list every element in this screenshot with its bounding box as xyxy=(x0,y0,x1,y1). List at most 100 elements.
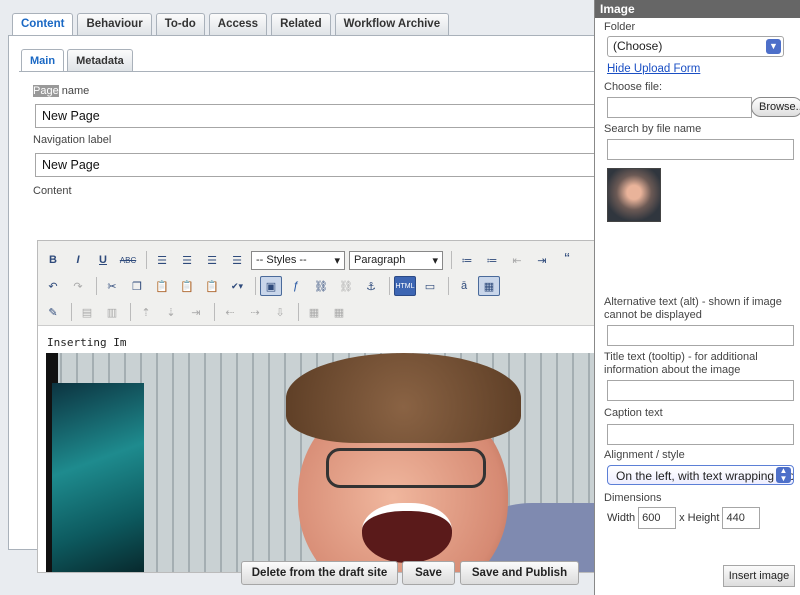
delete-row-icon[interactable]: ⇥ xyxy=(185,302,207,322)
align-center-icon[interactable]: ☰ xyxy=(176,250,198,270)
toolbar-separator xyxy=(451,251,452,269)
page-name-input[interactable]: New Page xyxy=(35,104,609,128)
choose-file-label: Choose file: xyxy=(604,81,663,93)
toolbar-separator xyxy=(71,303,72,321)
paste-icon[interactable]: 📋 xyxy=(151,276,173,296)
page-name-label: Page name xyxy=(33,85,89,97)
paste-text-icon[interactable]: 📋 xyxy=(176,276,198,296)
cell-props-icon[interactable]: ▥ xyxy=(101,302,123,322)
search-input[interactable] xyxy=(607,139,794,160)
split-cells-icon[interactable]: ▦ xyxy=(328,302,350,322)
hide-upload-link[interactable]: Hide Upload Form xyxy=(607,63,700,75)
dimensions-row: Width 600 x Height 440 xyxy=(607,507,763,529)
tab-behaviour[interactable]: Behaviour xyxy=(77,13,152,35)
sub-tabs: Main Metadata xyxy=(21,49,136,72)
tab-related[interactable]: Related xyxy=(271,13,331,35)
col-before-icon[interactable]: ⇠ xyxy=(219,302,241,322)
tab-todo[interactable]: To-do xyxy=(155,13,205,35)
indent-icon[interactable]: ⇥ xyxy=(531,250,553,270)
italic-icon[interactable]: I xyxy=(67,250,89,270)
dimensions-label: Dimensions xyxy=(604,492,662,504)
bold-icon[interactable]: B xyxy=(42,250,64,270)
browse-button[interactable]: Browse... xyxy=(751,97,800,117)
image-thumbnail[interactable] xyxy=(607,168,661,222)
align-justify-icon[interactable]: ☰ xyxy=(226,250,248,270)
save-publish-button[interactable]: Save and Publish xyxy=(460,561,579,585)
up-down-icon: ▲ ▼ xyxy=(776,467,791,483)
strikethrough-icon[interactable]: ABC xyxy=(117,250,139,270)
blockquote-icon[interactable]: “ xyxy=(556,250,578,270)
caption-label: Caption text xyxy=(604,407,663,419)
edit-icon[interactable]: ✎ xyxy=(42,302,64,322)
align-right-icon[interactable]: ☰ xyxy=(201,250,223,270)
styles-select-value: -- Styles -- xyxy=(256,254,307,266)
table-icon[interactable]: ▦ xyxy=(478,276,500,296)
table-props-icon[interactable]: ▤ xyxy=(76,302,98,322)
cms-edit-form: Content Behaviour To-do Access Related W… xyxy=(0,0,609,595)
toolbar-separator xyxy=(130,303,131,321)
caption-input[interactable] xyxy=(607,424,794,445)
width-label: Width xyxy=(607,512,636,524)
toolbar-separator xyxy=(146,251,147,269)
chevron-down-icon: ▾ xyxy=(334,254,340,267)
align-left-icon[interactable]: ☰ xyxy=(151,250,173,270)
tab-workflow-archive[interactable]: Workflow Archive xyxy=(334,13,450,35)
subtab-main[interactable]: Main xyxy=(21,49,65,72)
outdent-icon[interactable]: ⇤ xyxy=(506,250,528,270)
folder-label: Folder xyxy=(604,21,636,33)
main-subpanel: Page name New Page Navigation label New … xyxy=(19,71,609,573)
toolbar-separator xyxy=(255,277,256,295)
col-after-icon[interactable]: ⇢ xyxy=(244,302,266,322)
height-input[interactable]: 440 xyxy=(722,507,761,529)
fullscreen-icon[interactable]: ▭ xyxy=(419,276,441,296)
subtab-metadata[interactable]: Metadata xyxy=(67,49,133,71)
row-after-icon[interactable]: ⇣ xyxy=(160,302,182,322)
underline-icon[interactable]: U xyxy=(92,250,114,270)
editor-body-text[interactable]: Inserting Im xyxy=(47,336,126,349)
tab-access[interactable]: Access xyxy=(208,13,268,35)
merge-cells-icon[interactable]: ▦ xyxy=(303,302,325,322)
page-name-label-highlight: Page xyxy=(33,85,59,97)
toolbar-row-1: B I U ABC ☰ ☰ ☰ ☰ -- Styles -- ▾ Paragrap… xyxy=(42,249,581,271)
flash-icon[interactable]: ƒ xyxy=(285,276,307,296)
toolbar-separator xyxy=(298,303,299,321)
toolbar-row-3: ✎ ▤ ▥ ⇡ ⇣ ⇥ ⇠ ⇢ ⇩ ▦ ▦ xyxy=(42,301,353,323)
spellcheck-icon[interactable]: ✔▾ xyxy=(226,276,248,296)
special-char-icon[interactable]: ā xyxy=(453,276,475,296)
html-source-button[interactable]: HTML xyxy=(394,276,416,296)
undo-icon[interactable]: ↶ xyxy=(42,276,64,296)
delete-col-icon[interactable]: ⇩ xyxy=(269,302,291,322)
styles-select[interactable]: -- Styles -- ▾ xyxy=(251,250,345,270)
paste-word-icon[interactable]: 📋 xyxy=(201,276,223,296)
numbered-list-icon[interactable]: ≔ xyxy=(481,250,503,270)
unlink-icon[interactable]: ⛓ xyxy=(335,276,357,296)
insert-image-button[interactable]: Insert image xyxy=(723,565,795,587)
cut-icon[interactable]: ✂ xyxy=(101,276,123,296)
format-select[interactable]: Paragraph ▾ xyxy=(349,250,443,270)
folder-select[interactable]: (Choose) ▼ xyxy=(607,36,784,57)
folder-select-value: (Choose) xyxy=(613,39,663,53)
link-icon[interactable]: ⛓ xyxy=(310,276,332,296)
file-path-input[interactable] xyxy=(607,97,752,118)
delete-draft-button[interactable]: Delete from the draft site xyxy=(241,561,398,585)
copy-icon[interactable]: ❐ xyxy=(126,276,148,296)
anchor-icon[interactable]: ⚓ xyxy=(360,276,382,296)
alignment-select[interactable]: On the left, with text wrapping around. … xyxy=(607,465,794,485)
title-text-label: Title text (tooltip) - for additional in… xyxy=(604,351,758,376)
title-text-input[interactable] xyxy=(607,380,794,401)
redo-icon[interactable]: ↷ xyxy=(67,276,89,296)
save-button[interactable]: Save xyxy=(402,561,455,585)
insert-image-icon[interactable]: ▣ xyxy=(260,276,282,296)
chevron-down-icon: ▾ xyxy=(432,254,438,267)
image-panel-title: Image xyxy=(595,0,800,18)
toolbar-separator xyxy=(389,277,390,295)
bullet-list-icon[interactable]: ≔ xyxy=(456,250,478,270)
inserted-photo[interactable] xyxy=(46,353,608,572)
alt-text-input[interactable] xyxy=(607,325,794,346)
tab-content[interactable]: Content xyxy=(12,13,74,36)
editor-toolbar: B I U ABC ☰ ☰ ☰ ☰ -- Styles -- ▾ Paragrap… xyxy=(38,241,608,326)
row-before-icon[interactable]: ⇡ xyxy=(135,302,157,322)
navigation-label-input[interactable]: New Page xyxy=(35,153,609,177)
width-input[interactable]: 600 xyxy=(638,507,677,529)
toolbar-separator xyxy=(448,277,449,295)
